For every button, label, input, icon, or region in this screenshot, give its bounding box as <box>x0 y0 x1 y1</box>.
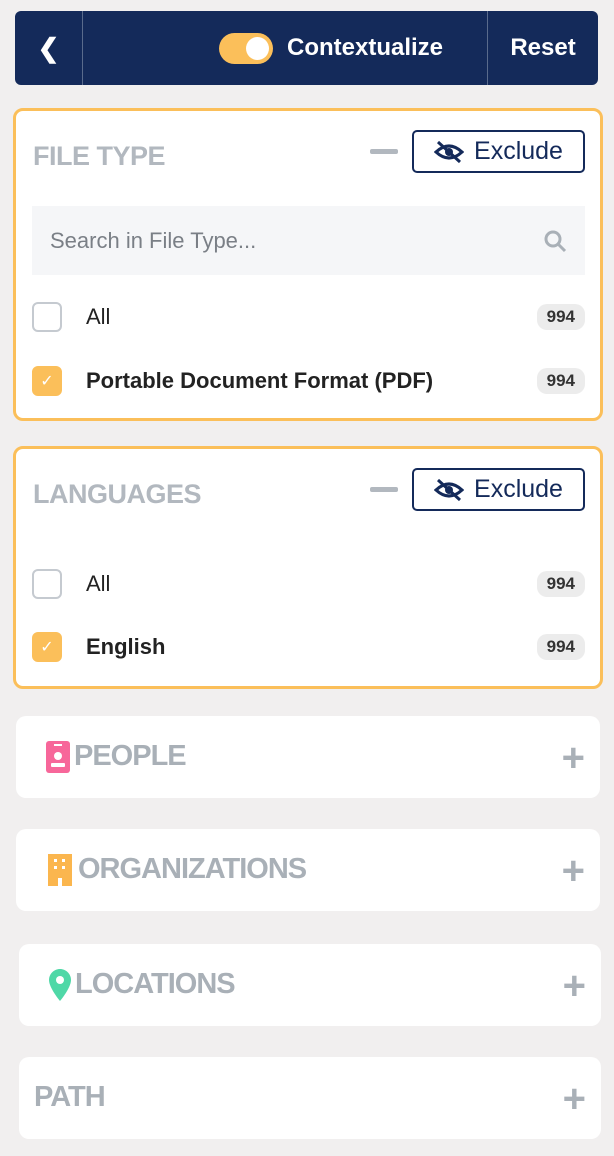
facet-title: LOCATIONS <box>75 968 236 1000</box>
facet-title: ORGANIZATIONS <box>78 853 307 885</box>
checkbox[interactable] <box>32 302 62 332</box>
count-badge: 994 <box>536 571 585 597</box>
search-placeholder: Search in File Type... <box>50 227 257 253</box>
count-badge: 994 <box>536 304 585 330</box>
count-badge: 994 <box>536 368 585 394</box>
map-pin-icon <box>49 968 71 1001</box>
check-icon: ✓ <box>40 639 54 656</box>
expand-plus-icon[interactable]: + <box>563 1079 586 1119</box>
check-icon: ✓ <box>40 373 54 390</box>
organizations-facet[interactable]: ORGANIZATIONS + <box>16 829 600 911</box>
facet-title: PATH <box>34 1081 106 1113</box>
facet-option[interactable]: ✓ Portable Document Format (PDF) 994 <box>32 364 585 398</box>
eye-slash-icon <box>434 478 465 501</box>
checkbox[interactable] <box>32 569 62 599</box>
count-badge: 994 <box>536 634 585 660</box>
facet-option[interactable]: All 994 <box>32 300 585 334</box>
checkbox-checked[interactable]: ✓ <box>32 632 62 662</box>
exclude-button[interactable]: Exclude <box>412 468 585 511</box>
collapse-button[interactable] <box>370 149 398 154</box>
chevron-left-icon: ❮ <box>37 32 60 63</box>
reset-button[interactable]: Reset <box>487 11 598 85</box>
facet-option[interactable]: ✓ English 994 <box>32 630 585 664</box>
facet-title: FILE TYPE <box>33 141 166 171</box>
path-facet[interactable]: PATH + <box>19 1057 601 1139</box>
back-button[interactable]: ❮ <box>15 11 83 85</box>
option-label: All <box>86 304 111 329</box>
contextualize-label: Contextualize <box>287 34 444 61</box>
expand-plus-icon[interactable]: + <box>562 738 585 778</box>
contextualize-toggle[interactable]: Contextualize <box>219 11 443 85</box>
locations-facet[interactable]: LOCATIONS + <box>19 944 601 1026</box>
facet-title: LANGUAGES <box>33 479 202 509</box>
header-bar: ❮ Contextualize Reset <box>15 11 598 85</box>
option-label: All <box>86 571 111 596</box>
file-type-facet: FILE TYPE Exclude Search in File Type...… <box>13 108 603 421</box>
exclude-label: Exclude <box>474 475 563 503</box>
toggle-switch[interactable] <box>219 32 273 64</box>
search-input[interactable]: Search in File Type... <box>32 206 585 275</box>
option-label: English <box>86 634 166 659</box>
exclude-label: Exclude <box>474 137 563 165</box>
facet-option[interactable]: All 994 <box>32 567 585 601</box>
people-facet[interactable]: PEOPLE + <box>16 716 600 798</box>
languages-facet: LANGUAGES Exclude All 994 ✓ English 994 <box>13 446 603 689</box>
checkbox-checked[interactable]: ✓ <box>32 366 62 396</box>
option-label: Portable Document Format (PDF) <box>86 368 434 393</box>
eye-slash-icon <box>434 140 465 163</box>
exclude-button[interactable]: Exclude <box>412 130 585 173</box>
facet-title: PEOPLE <box>74 740 187 772</box>
expand-plus-icon[interactable]: + <box>562 851 585 891</box>
collapse-button[interactable] <box>370 487 398 492</box>
search-icon <box>544 230 567 252</box>
person-badge-icon <box>46 740 70 773</box>
expand-plus-icon[interactable]: + <box>563 966 586 1006</box>
building-icon <box>48 853 72 886</box>
